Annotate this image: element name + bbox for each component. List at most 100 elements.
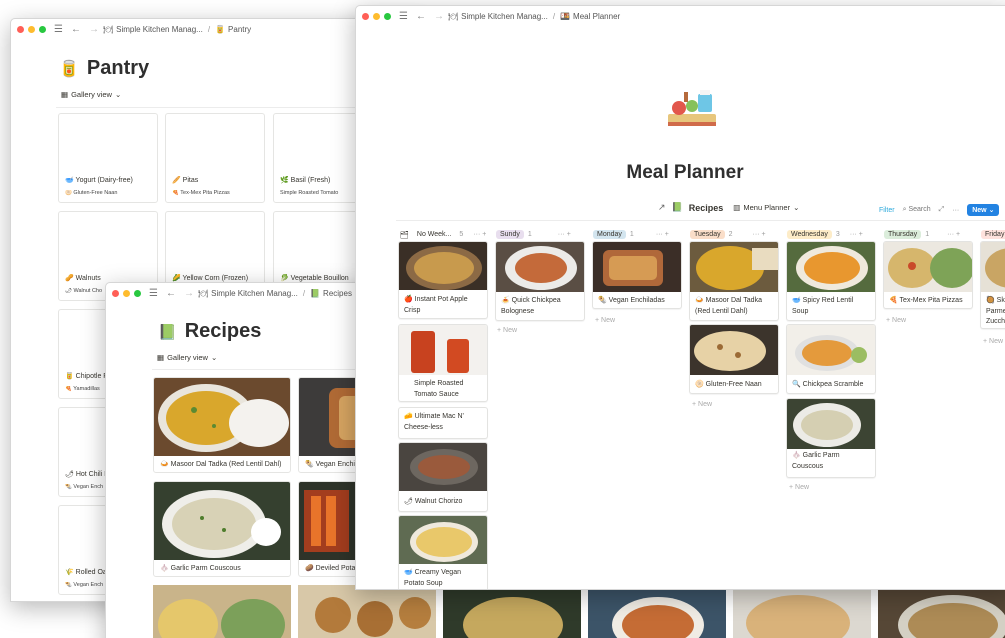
add-card-button[interactable]: + New [886,317,906,324]
dal-photo [154,378,290,456]
board-card[interactable]: 🥣 Creamy Vegan Potato Soup [398,515,488,589]
close-window-button[interactable] [112,290,119,297]
board-card[interactable]: 🍎 Instant Pot Apple Crisp [398,241,488,319]
zoom-window-button[interactable] [134,290,141,297]
recipe-card[interactable]: 🧄 Garlic Parm Couscous [153,481,291,577]
board-card[interactable]: 🥣 Spicy Red Lentil Soup [786,241,876,321]
pantry-card[interactable]: 🥖 Pitas 🍕 Tex-Mex Pita Pizzas [165,113,265,203]
add-card-button[interactable]: + New [789,484,809,491]
back-arrow-icon[interactable]: ← [166,288,176,299]
board-column-wednesday: Wednesday 3 ··· + [787,230,863,239]
menu-planner-view-tab[interactable]: ▥ Menu Planner ⌄ [733,203,799,212]
database-title[interactable]: Recipes [689,203,724,213]
add-card-button[interactable]: + New [595,317,615,324]
breadcrumb-meal-planner[interactable]: Meal Planner [573,12,620,21]
enchilada-icon: 🌯 [65,484,72,490]
chorizo-icon: 🌶 [404,498,413,505]
chili-icon: 🌶 [65,471,74,478]
gallery-view-tab[interactable]: ▦ Gallery view ⌄ [61,90,121,99]
recipes-bottom-photo-row [153,585,1005,638]
potato-icon: 🥔 [305,565,314,572]
board-card[interactable]: 🥘 Ski Parme Zucch [980,241,1005,329]
new-button[interactable]: New ⌄ [967,204,1000,216]
board-card[interactable]: 🧄 Garlic Parm Couscous [786,398,876,478]
link-arrow-icon[interactable]: ↗ [658,202,666,213]
meal-planner-icon: 🍱 [560,12,571,21]
back-arrow-icon[interactable]: ← [71,24,81,35]
forward-arrow-icon[interactable]: → [89,24,99,35]
apple-crisp-photo [399,242,487,290]
apple-crisp-icon: 🍎 [404,296,413,303]
add-card-button[interactable]: + New [692,401,712,408]
chickpea-scramble-photo [787,325,875,375]
workspace-icon: 🍽 [447,12,459,21]
naan-icon: 🫓 [695,381,704,388]
minimize-window-button[interactable] [28,26,35,33]
minimize-window-button[interactable] [123,290,130,297]
back-arrow-icon[interactable]: ← [416,11,426,22]
chevron-down-icon: ⌄ [114,90,122,99]
pizza-icon: 🍕 [172,190,179,196]
minimize-window-button[interactable] [373,13,380,20]
board-column-no-week: 🗂 No Week... 5 ··· + [400,231,487,239]
board-card[interactable]: 🍛 Masoor Dal Tadka (Red Lentil Dahl) [689,241,779,321]
database-header: ↗ 📗 Recipes ▥ Menu Planner ⌄ [658,202,799,213]
board-card[interactable]: Simple Roasted Tomato Sauce [398,324,488,402]
breadcrumb-recipes[interactable]: Recipes [323,289,352,298]
mac-cheese-icon: 🧀 [404,413,413,420]
gallery-grid-icon: ▦ [157,353,165,362]
gallery-view-tab[interactable]: ▦ Gallery view ⌄ [157,353,217,362]
column-more-icon[interactable]: ··· + [558,231,571,238]
yogurt-icon: 🥣 [65,177,74,184]
couscous-photo [787,399,875,449]
more-options-icon[interactable]: ··· [952,207,959,214]
walnut-icon: 🥜 [65,275,74,282]
board-card[interactable]: 🍕 Tex-Mex Pita Pizzas [883,241,973,309]
page-title: Meal Planner [626,162,744,183]
breadcrumb-workspace[interactable]: Simple Kitchen Manag... [211,289,298,298]
sidebar-toggle-icon[interactable]: ☰ [149,288,158,299]
meal-titlebar: ☰ ← → 🍽 Simple Kitchen Manag... / 🍱 Meal… [356,6,1005,27]
column-more-icon[interactable]: ··· + [656,231,669,238]
search-button[interactable]: ⌕ Search [903,206,931,214]
recipe-card[interactable]: 🍛 Masoor Dal Tadka (Red Lentil Dahl) [153,377,291,473]
board-card[interactable]: 🧀 Ultimate Mac N' Cheese-less [398,407,488,439]
chipotle-icon: 🥫 [65,373,74,380]
column-more-icon[interactable]: ··· + [473,231,486,238]
zoom-window-button[interactable] [39,26,46,33]
tomato-sauce-photo [399,325,487,375]
sidebar-toggle-icon[interactable]: ☰ [54,24,63,35]
filter-button[interactable]: Filter [879,207,895,214]
dal-photo [690,242,778,292]
sidebar-toggle-icon[interactable]: ☰ [399,11,408,22]
board-card[interactable]: 🫓 Gluten-Free Naan [689,324,779,394]
naan-photo [690,325,778,375]
add-card-button[interactable]: + New [497,327,517,334]
zoom-window-button[interactable] [384,13,391,20]
close-window-button[interactable] [362,13,369,20]
expand-icon[interactable]: ⤢ [939,206,945,214]
no-week-icon: 🗂 [400,231,409,239]
board-card[interactable]: 🔍 Chickpea Scramble [786,324,876,394]
corn-icon: 🌽 [172,275,181,282]
column-more-icon[interactable]: ··· + [753,231,766,238]
breadcrumb-workspace[interactable]: Simple Kitchen Manag... [116,25,203,34]
add-card-button[interactable]: + New [983,338,1003,345]
board-card[interactable]: 🌯 Vegan Enchiladas [592,241,682,309]
search-icon: ⌕ [902,206,907,213]
board-card[interactable]: 🍝 Quick Chickpea Bolognese [495,241,585,321]
pantry-card[interactable]: 🥣 Yogurt (Dairy-free) 🫓 Gluten-Free Naan [58,113,158,203]
forward-arrow-icon[interactable]: → [184,288,194,299]
column-more-icon[interactable]: ··· + [850,231,863,238]
close-window-button[interactable] [17,26,24,33]
forward-arrow-icon[interactable]: → [434,11,444,22]
skillet-icon: 🥘 [986,297,995,304]
page-title: 📗 Recipes [158,320,262,342]
pita-pizza-photo [884,242,972,292]
breadcrumb-workspace[interactable]: Simple Kitchen Manag... [461,12,548,21]
workspace-icon: 🍽 [102,25,114,34]
recipes-book-emoji-icon: 📗 [158,323,177,341]
column-more-icon[interactable]: ··· + [947,231,960,238]
board-card[interactable]: 🌶 Walnut Chorizo [398,442,488,512]
breadcrumb-pantry[interactable]: Pantry [228,25,251,34]
